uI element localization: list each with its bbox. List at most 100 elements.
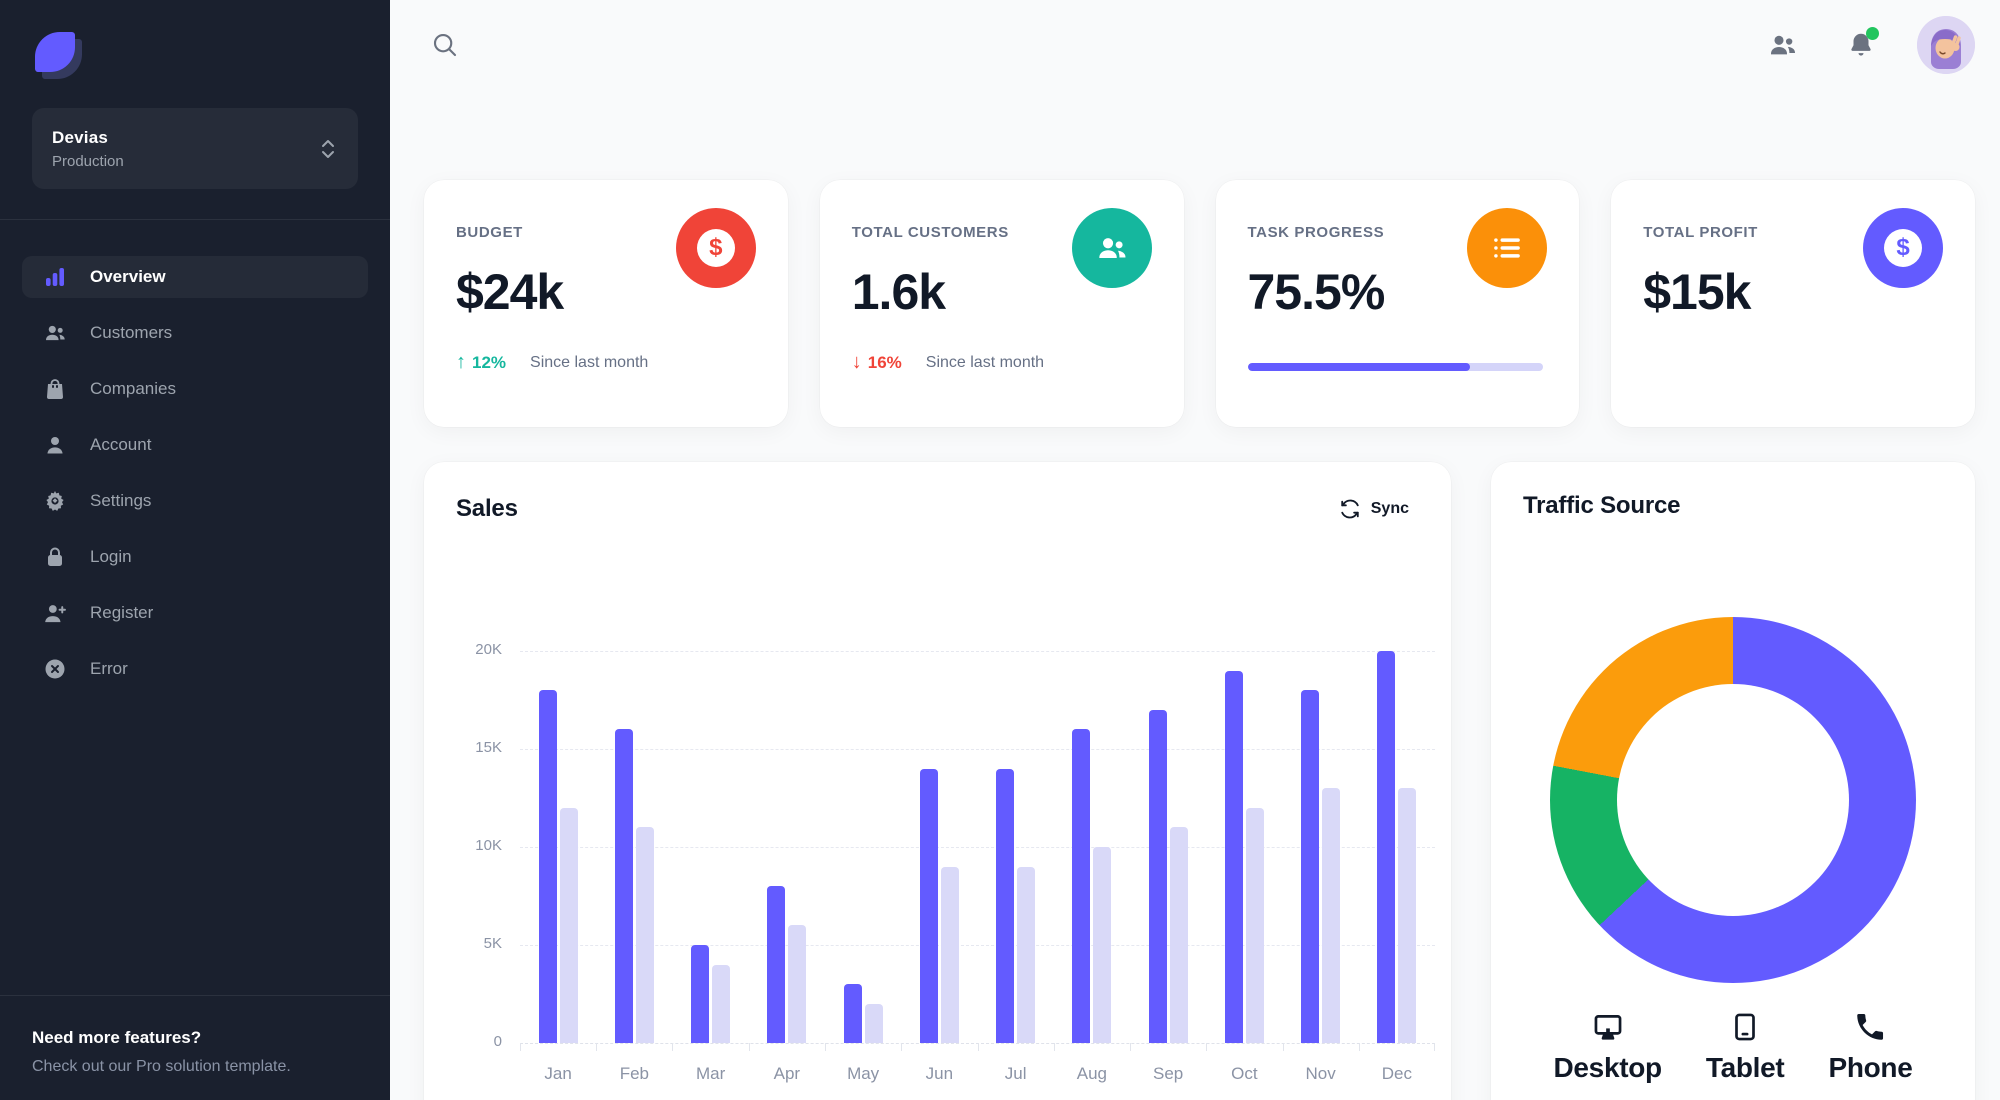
shopping-bag-icon xyxy=(42,376,68,402)
month-label: May xyxy=(847,1064,880,1083)
user-plus-icon xyxy=(42,600,68,626)
currency-dollar-icon: $ xyxy=(1863,208,1943,288)
user-icon xyxy=(42,432,68,458)
phone-icon xyxy=(1853,1010,1887,1044)
month-label: Dec xyxy=(1381,1064,1412,1083)
bar-group-apr xyxy=(749,651,825,1043)
x-axis-tick xyxy=(1282,1043,1284,1051)
notification-dot xyxy=(1866,27,1879,40)
x-axis-tick xyxy=(824,1043,826,1051)
bar-primary xyxy=(538,690,557,1043)
task-progress-bar xyxy=(1247,363,1543,371)
sidebar-item-label: Customers xyxy=(90,323,173,342)
month-label: Oct xyxy=(1231,1064,1258,1083)
month-label: Jan xyxy=(544,1064,572,1083)
bar-group-aug xyxy=(1054,651,1130,1043)
bar-secondary xyxy=(559,808,578,1043)
bar-primary xyxy=(1377,651,1396,1043)
month-label: Aug xyxy=(1076,1064,1107,1083)
budget-card: BUDGET $24k $ ↑ 12% Since last month xyxy=(424,180,788,427)
arrow-up-icon: ↑ xyxy=(456,351,466,373)
sidebar-nav: Overview Customers Companies Account Setting… xyxy=(0,220,390,995)
sidebar-item-account[interactable]: Account xyxy=(22,424,368,466)
legend-label: Phone xyxy=(1828,1052,1913,1083)
sidebar-item-register[interactable]: Register xyxy=(22,592,368,634)
month-label: Apr xyxy=(773,1064,801,1083)
sidebar-item-overview[interactable]: Overview xyxy=(22,256,368,298)
x-axis-tick xyxy=(1434,1043,1435,1051)
sidebar-item-customers[interactable]: Customers xyxy=(22,312,368,354)
month-label: Nov xyxy=(1305,1064,1336,1083)
month-label: Mar xyxy=(695,1064,726,1083)
sidebar-item-settings[interactable]: Settings xyxy=(22,480,368,522)
trend-up: ↑ 12% xyxy=(456,351,506,374)
bar-primary xyxy=(614,729,633,1043)
trend-down: ↓ 16% xyxy=(852,351,902,374)
x-circle-icon xyxy=(42,656,68,682)
sidebar-item-login[interactable]: Login xyxy=(22,536,368,578)
x-axis-tick xyxy=(901,1043,903,1051)
desktop-icon xyxy=(1591,1010,1625,1044)
sales-bars xyxy=(520,651,1435,1043)
bar-secondary xyxy=(788,925,807,1043)
footer-title: Need more features? xyxy=(32,1028,202,1047)
sync-button[interactable]: Sync xyxy=(1329,492,1419,526)
devias-logo-icon[interactable] xyxy=(33,30,83,80)
bar-group-may xyxy=(825,651,901,1043)
x-axis-tick xyxy=(1053,1043,1055,1051)
sync-label: Sync xyxy=(1370,500,1409,517)
traffic-source-title: Traffic Source xyxy=(1523,492,1681,519)
avatar[interactable] xyxy=(1917,16,1975,74)
sidebar-item-label: Overview xyxy=(90,267,166,286)
bar-group-jan xyxy=(520,651,596,1043)
y-axis-label: 10K xyxy=(475,837,502,854)
currency-dollar-icon: $ xyxy=(675,208,756,288)
y-axis-label: 20K xyxy=(475,641,502,658)
donut-hole xyxy=(1617,684,1849,916)
bar-group-nov xyxy=(1283,651,1359,1043)
legend-item-tablet: Tablet xyxy=(1706,1010,1785,1084)
sidebar-item-label: Account xyxy=(90,435,152,454)
bar-secondary xyxy=(635,827,654,1043)
bar-primary xyxy=(1072,729,1091,1043)
charts-row: Sales Sync 0 5K 10K 15K 20K Jan Feb Mar … xyxy=(424,462,1975,1100)
bar-group-dec xyxy=(1359,651,1435,1043)
bar-primary xyxy=(1301,690,1320,1043)
bar-group-feb xyxy=(596,651,672,1043)
list-bullets-icon xyxy=(1467,208,1548,288)
bar-secondary xyxy=(1017,867,1036,1043)
bar-primary xyxy=(1148,710,1167,1043)
content: BUDGET $24k $ ↑ 12% Since last month TOT… xyxy=(390,180,2000,1100)
sidebar-item-companies[interactable]: Companies xyxy=(22,368,368,410)
sidebar: Devias Production Overview Customers Compa… xyxy=(0,0,390,1100)
search-icon[interactable] xyxy=(424,24,466,66)
workspace-environment: Production xyxy=(52,152,124,170)
bar-group-jun xyxy=(901,651,977,1043)
bar-primary xyxy=(996,769,1015,1043)
sales-plot xyxy=(520,651,1435,1051)
bar-primary xyxy=(919,769,938,1043)
workspace-selector[interactable]: Devias Production xyxy=(32,108,358,189)
trend-caption: Since last month xyxy=(530,353,649,371)
trend-value: 16% xyxy=(867,352,902,372)
chart-bar-icon xyxy=(42,264,68,290)
sidebar-item-error[interactable]: Error xyxy=(22,648,368,690)
y-axis-label: 0 xyxy=(493,1033,502,1050)
sidebar-item-label: Register xyxy=(90,603,154,622)
trend-value: 12% xyxy=(472,352,507,372)
arrow-down-icon: ↓ xyxy=(851,351,862,373)
bar-secondary xyxy=(1322,788,1341,1043)
bar-secondary xyxy=(1169,827,1188,1043)
bar-primary xyxy=(767,886,786,1043)
bell-icon[interactable] xyxy=(1839,23,1883,67)
traffic-source-card: Traffic Source Desktop Tablet Phone xyxy=(1491,462,1975,1100)
stats-row: BUDGET $24k $ ↑ 12% Since last month TOT… xyxy=(424,180,1975,427)
month-label: Jun xyxy=(925,1064,954,1083)
sales-x-axis: Jan Feb Mar Apr May Jun Jul Aug Sep Oct Nov Dec xyxy=(520,1064,1435,1084)
bar-secondary xyxy=(1245,808,1264,1043)
contacts-users-icon[interactable] xyxy=(1761,23,1805,67)
task-progress-card: TASK PROGRESS 75.5% xyxy=(1215,180,1580,427)
main-area: BUDGET $24k $ ↑ 12% Since last month TOT… xyxy=(390,0,2000,1100)
x-axis-tick xyxy=(1129,1043,1131,1051)
workspace-name: Devias xyxy=(52,127,109,147)
